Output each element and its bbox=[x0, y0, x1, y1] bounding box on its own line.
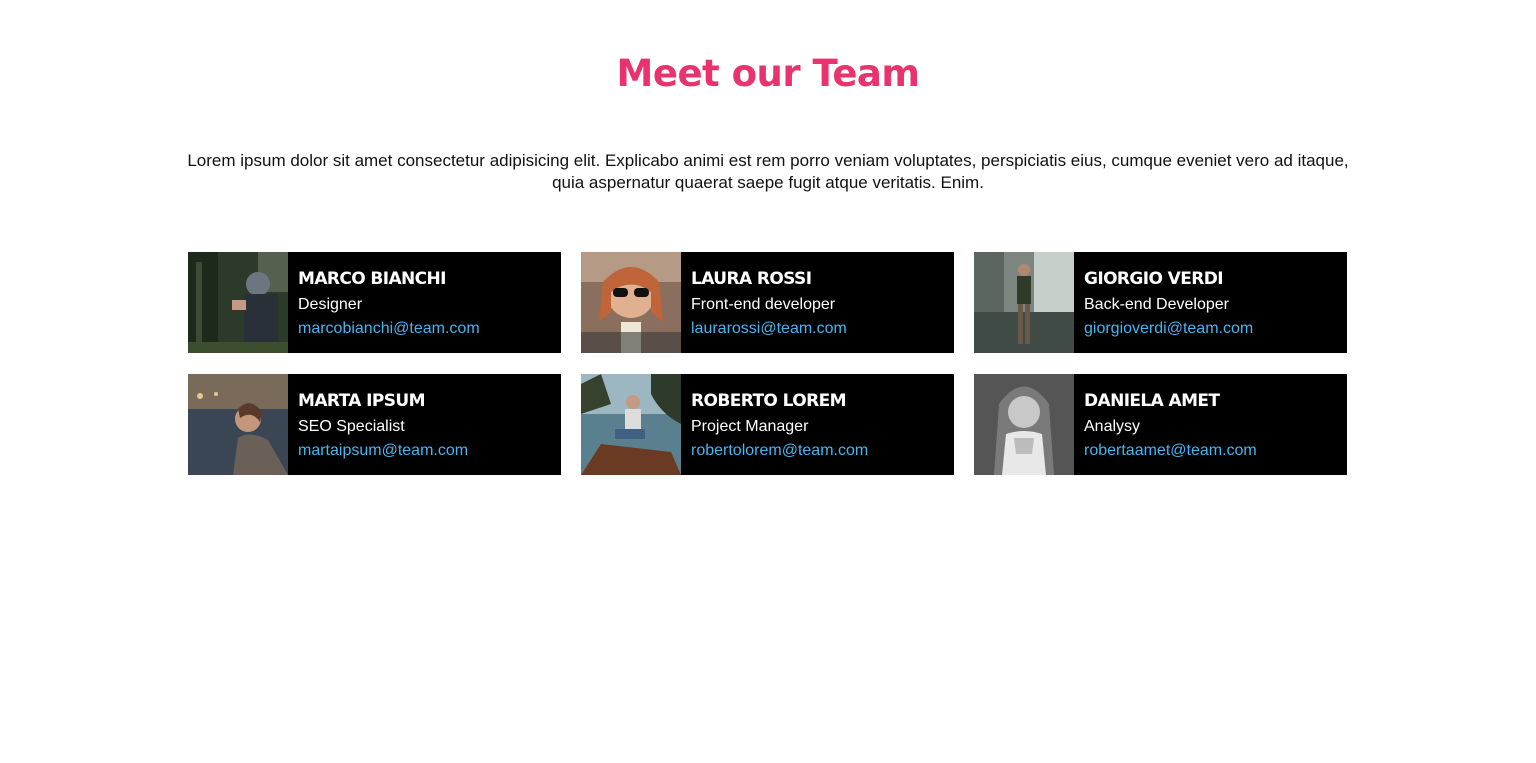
member-name: MARCO BIANCHI bbox=[298, 269, 447, 289]
member-email-link[interactable]: robertaamet@team.com bbox=[1084, 439, 1257, 463]
member-name: GIORGIO VERDI bbox=[1084, 269, 1224, 289]
member-email-link[interactable]: martaipsum@team.com bbox=[298, 439, 468, 463]
team-grid: MARCO BIANCHI Designer marcobianchi@team… bbox=[188, 252, 1348, 475]
member-name: DANIELA AMET bbox=[1084, 391, 1220, 411]
member-name: LAURA ROSSI bbox=[691, 269, 812, 289]
avatar-photo bbox=[581, 252, 681, 353]
member-role: Back-end Developer bbox=[1084, 296, 1229, 313]
team-card[interactable]: DANIELA AMET Analysy robertaamet@team.co… bbox=[974, 374, 1347, 475]
member-role: Project Manager bbox=[691, 418, 809, 435]
member-email-link[interactable]: marcobianchi@team.com bbox=[298, 317, 480, 341]
member-role: Front-end developer bbox=[691, 296, 836, 313]
member-role: Designer bbox=[298, 296, 363, 313]
avatar-photo bbox=[974, 374, 1074, 475]
avatar-photo bbox=[188, 374, 288, 475]
team-card[interactable]: GIORGIO VERDI Back-end Developer giorgio… bbox=[974, 252, 1347, 353]
member-name: ROBERTO LOREM bbox=[691, 391, 847, 411]
page-title: Meet our Team bbox=[616, 52, 920, 95]
team-card[interactable]: LAURA ROSSI Front-end developer lauraros… bbox=[581, 252, 954, 353]
avatar-photo bbox=[974, 252, 1074, 353]
member-role: Analysy bbox=[1084, 418, 1141, 435]
team-card[interactable]: MARTA IPSUM SEO Specialist martaipsum@te… bbox=[188, 374, 561, 475]
team-card[interactable]: MARCO BIANCHI Designer marcobianchi@team… bbox=[188, 252, 561, 353]
intro-text: Lorem ipsum dolor sit amet consectetur a… bbox=[187, 151, 1349, 192]
member-email-link[interactable]: robertolorem@team.com bbox=[691, 439, 868, 463]
team-card[interactable]: ROBERTO LOREM Project Manager robertolor… bbox=[581, 374, 954, 475]
member-role: SEO Specialist bbox=[298, 418, 405, 435]
avatar-photo bbox=[188, 252, 288, 353]
member-name: MARTA IPSUM bbox=[298, 391, 426, 411]
avatar-photo bbox=[581, 374, 681, 475]
member-email-link[interactable]: giorgioverdi@team.com bbox=[1084, 317, 1253, 341]
member-email-link[interactable]: laurarossi@team.com bbox=[691, 317, 847, 341]
